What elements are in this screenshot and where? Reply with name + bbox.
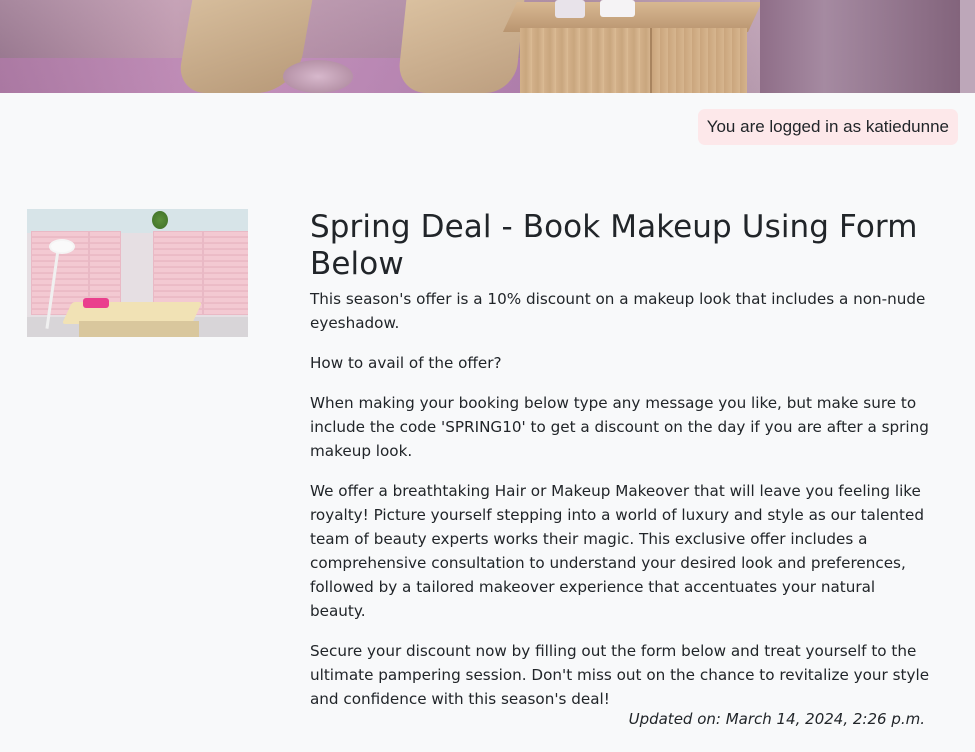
banner-cushion [283, 60, 353, 93]
post-title: Spring Deal - Book Makeup Using Form Bel… [310, 209, 918, 282]
banner-window-frame [960, 0, 975, 93]
thumbnail-lamp [49, 239, 75, 254]
post-paragraph: Secure your discount now by filling out … [310, 642, 930, 708]
post-paragraph: We offer a breathtaking Hair or Makeup M… [310, 482, 924, 620]
post-paragraph: When making your booking below type any … [310, 394, 929, 460]
thumbnail-window [27, 209, 248, 233]
post-paragraph: This season's offer is a 10% discount on… [310, 290, 926, 332]
banner-window [760, 0, 975, 93]
banner-chair [396, 0, 526, 93]
thumbnail-shutter [203, 231, 248, 315]
thumbnail-plant [152, 211, 168, 229]
header-banner-image [0, 0, 975, 93]
post-content: Spring Deal - Book Makeup Using Form Bel… [310, 209, 930, 727]
thumbnail-bed-base [79, 321, 199, 337]
post-paragraph: How to avail of the offer? [310, 354, 502, 372]
banner-lamp [555, 0, 585, 18]
login-status-badge: You are logged in as katiedunne [697, 109, 958, 145]
banner-desk-drawer [650, 28, 747, 93]
banner-device [600, 0, 635, 17]
post-thumbnail-image [27, 209, 248, 337]
thumbnail-pillow [83, 298, 109, 308]
post-updated-timestamp: Updated on: March 14, 2024, 2:26 p.m. [628, 710, 925, 728]
